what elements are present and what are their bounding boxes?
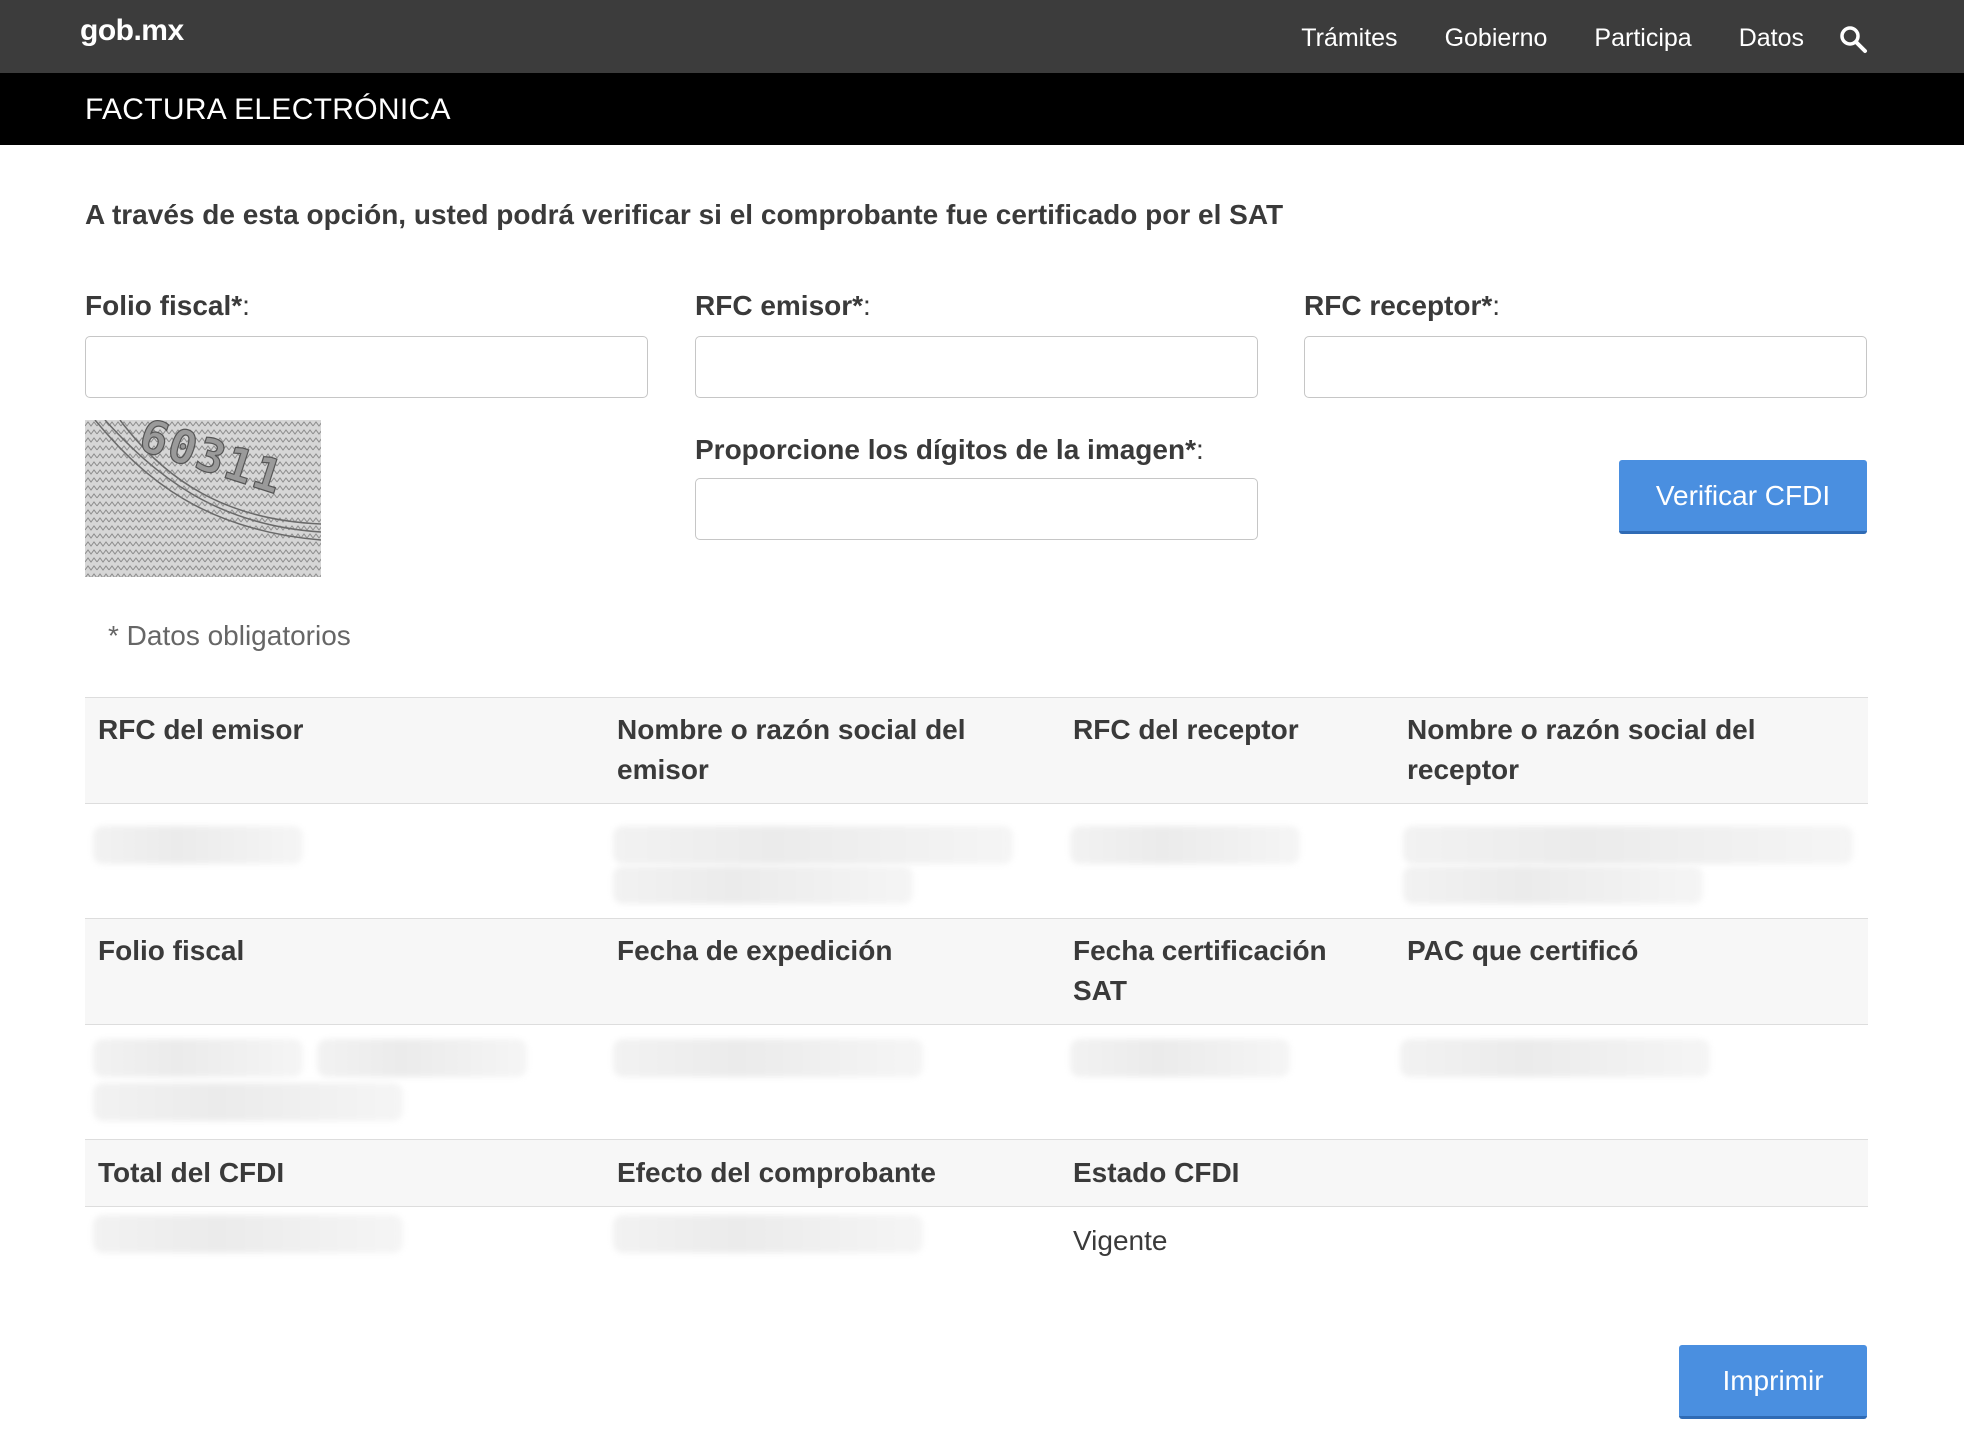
nav-link-tramites[interactable]: Trámites [1301,24,1397,53]
top-navigation: gob.mx Trámites Gobierno Participa Datos [0,0,1964,73]
redacted-value [1070,1039,1290,1077]
title-bar: FACTURA ELECTRÓNICA [0,73,1964,145]
header-folio-fiscal: Folio fiscal [98,935,245,966]
table-header-row: Total del CFDI Efecto del comprobante Es… [85,1139,1868,1207]
folio-fiscal-input[interactable] [85,336,648,398]
verify-cfdi-button[interactable]: Verificar CFDI [1619,460,1867,534]
redacted-value [93,1215,403,1253]
redacted-value [613,1215,923,1253]
redacted-value [93,1083,403,1121]
nav-links: Trámites Gobierno Participa Datos [1301,24,1804,53]
header-fecha-certificacion: Fecha certificación SAT [1073,935,1327,1006]
gob-mx-logo[interactable]: gob.mx [80,14,184,48]
page-title: FACTURA ELECTRÓNICA [85,93,451,126]
redacted-value [613,1039,923,1077]
redacted-value [93,826,303,864]
redacted-value [93,1039,303,1077]
rfc-emisor-input[interactable] [695,336,1258,398]
redacted-value [613,826,1013,864]
rfc-receptor-input[interactable] [1304,336,1867,398]
header-total-cfdi: Total del CFDI [98,1157,285,1188]
table-header-row: RFC del emisor Nombre o razón social del… [85,697,1868,804]
table-header-row: Folio fiscal Fecha de expedición Fecha c… [85,918,1868,1025]
nav-link-gobierno[interactable]: Gobierno [1445,24,1548,53]
nav-link-datos[interactable]: Datos [1739,24,1804,53]
header-rfc-receptor: RFC del receptor [1073,714,1299,745]
captcha-graphic: 60311 [85,420,321,577]
redacted-value [317,1039,527,1077]
captcha-input[interactable] [695,478,1258,540]
redacted-value [1070,826,1300,864]
table-row: Vigente [85,1207,1868,1267]
folio-fiscal-label: Folio fiscal*: [85,290,250,321]
header-nombre-emisor: Nombre o razón social del emisor [617,714,966,785]
header-rfc-emisor: RFC del emisor [98,714,304,745]
rfc-emisor-label: RFC emisor*: [695,290,871,321]
intro-text: A través de esta opción, usted podrá ver… [85,199,1284,230]
header-fecha-expedicion: Fecha de expedición [617,935,893,966]
redacted-value [1400,1039,1710,1077]
estado-cfdi-value: Vigente [1073,1225,1168,1256]
table-row [85,804,1868,918]
required-fields-note: * Datos obligatorios [108,620,351,651]
header-estado-cfdi: Estado CFDI [1073,1157,1240,1188]
print-button[interactable]: Imprimir [1679,1345,1867,1419]
search-icon[interactable] [1838,24,1868,54]
redacted-value [1403,866,1703,904]
nav-link-participa[interactable]: Participa [1594,24,1691,53]
results-table: RFC del emisor Nombre o razón social del… [85,697,1868,1267]
captcha-label: Proporcione los dígitos de la imagen*: [695,434,1204,465]
redacted-value [1403,826,1853,864]
header-pac: PAC que certificó [1407,935,1639,966]
header-efecto: Efecto del comprobante [617,1157,936,1188]
captcha-image: 60311 [85,420,321,577]
table-row [85,1025,1868,1139]
rfc-receptor-label: RFC receptor*: [1304,290,1501,321]
header-nombre-receptor: Nombre o razón social del receptor [1407,714,1756,785]
redacted-value [613,866,913,904]
